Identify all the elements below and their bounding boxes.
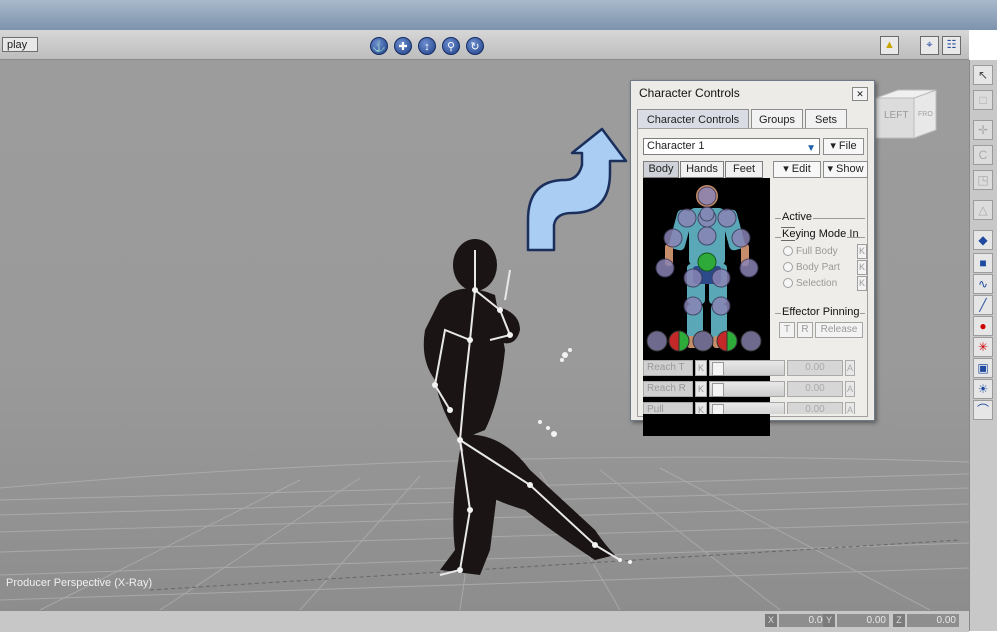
slider-track[interactable] (709, 402, 785, 414)
body-part-label: Body Part (796, 262, 840, 273)
slider-key-button[interactable]: K (695, 381, 707, 397)
slider-thumb[interactable] (712, 404, 724, 414)
slider-auto-button[interactable]: A (845, 360, 855, 376)
reach-r-slider[interactable]: Reach R K 0.00 A (643, 381, 855, 399)
radio-dot (783, 278, 793, 289)
close-icon[interactable]: ✕ (852, 87, 868, 101)
subtab-feet[interactable]: Feet (725, 161, 763, 178)
right-toolbar: ↖ □ ✛ C ◳ △ ◆ ■ ∿ ╱ ● ✳ ▣ ☀ ⌒ (969, 60, 997, 631)
curve-icon[interactable]: ∿ (973, 274, 993, 294)
file-menu-button[interactable]: ▾ File (823, 138, 864, 155)
active-group-label: Active (781, 211, 813, 223)
camera-object-icon[interactable]: ◆ (973, 230, 993, 250)
move-icon[interactable]: ✚ (394, 37, 412, 55)
status-bar: X 0.00 Y 0.00 Z 0.00 (0, 610, 969, 632)
tab-sets[interactable]: Sets (805, 109, 847, 129)
effector-pinning-label: Effector Pinning (781, 306, 861, 318)
x-label: X (765, 614, 777, 627)
key-body-part-button[interactable]: K (857, 260, 867, 275)
key-selection-button[interactable]: K (857, 276, 867, 291)
view-cube[interactable]: LEFT FRO (874, 88, 940, 144)
file-label: File (838, 140, 857, 152)
radio-body-part[interactable]: Body Part (783, 262, 840, 273)
reach-t-slider[interactable]: Reach T K 0.00 A (643, 360, 855, 378)
path-icon[interactable]: ╱ (973, 295, 993, 315)
constraint-icon[interactable]: ⌒ (973, 400, 993, 420)
select-arrow-icon[interactable]: ↖ (973, 65, 993, 85)
cube-icon[interactable]: ■ (973, 253, 993, 273)
slider-thumb[interactable] (712, 362, 724, 376)
light-icon[interactable]: ☀ (973, 379, 993, 399)
slider-auto-button[interactable]: A (845, 381, 855, 397)
viewport-camera-label: Producer Perspective (X-Ray) (6, 577, 153, 589)
release-button[interactable]: Release (815, 322, 863, 338)
schematic-icon[interactable]: ☷ (942, 36, 961, 55)
y-label: Y (823, 614, 835, 627)
pin-translation-button[interactable]: T (779, 322, 795, 338)
show-menu-button[interactable]: ▾ Show (823, 161, 868, 178)
character-name: Character 1 (647, 140, 705, 152)
selection-label: Selection (796, 278, 838, 289)
z-coordinate[interactable]: 0.00 (907, 614, 959, 627)
rotate-icon[interactable]: C (973, 145, 993, 165)
character-controls-panel[interactable]: Character Controls ✕ Character Controls … (630, 80, 875, 436)
slider-label: Reach T (643, 360, 693, 376)
radio-dot (783, 262, 793, 273)
z-label: Z (893, 614, 905, 627)
slider-value[interactable]: 0.00 (787, 381, 843, 397)
curved-arrow-annotation (526, 127, 628, 252)
show-label: Show (836, 163, 864, 175)
scale-icon[interactable]: ◳ (973, 170, 993, 190)
slider-label: Pull (643, 402, 693, 414)
slider-value[interactable]: 0.00 (787, 402, 843, 414)
snap-icon[interactable]: △ (973, 200, 993, 220)
transform-icon[interactable]: □ (973, 90, 993, 110)
slider-track[interactable] (709, 360, 785, 376)
key-full-body-button[interactable]: K (857, 244, 867, 259)
character-dropdown[interactable]: Character 1 ▼ (643, 138, 820, 155)
marker-icon[interactable]: ✳ (973, 337, 993, 357)
video-camera-icon[interactable]: ▣ (973, 358, 993, 378)
viewcube-front-label: FRO (918, 111, 933, 118)
slider-label: Reach R (643, 381, 693, 397)
radio-dot (783, 246, 793, 257)
subtab-hands[interactable]: Hands (680, 161, 724, 178)
y-coordinate[interactable]: 0.00 (837, 614, 889, 627)
slider-key-button[interactable]: K (695, 360, 707, 376)
radio-selection[interactable]: Selection (783, 278, 837, 289)
2d-view-icon[interactable]: ⌖ (920, 36, 939, 55)
translate-icon[interactable]: ✛ (973, 120, 993, 140)
zoom-icon[interactable]: ⚲ (442, 37, 460, 55)
slider-thumb[interactable] (712, 383, 724, 397)
subtab-body[interactable]: Body (643, 161, 679, 178)
slider-key-button[interactable]: K (695, 402, 707, 414)
chevron-down-icon: ▼ (806, 143, 816, 154)
full-body-label: Full Body (796, 246, 838, 257)
tab-groups[interactable]: Groups (751, 109, 803, 129)
character-pose-icon[interactable]: ▲ (880, 36, 899, 55)
title-banner (0, 0, 997, 30)
pull-slider[interactable]: Pull K 0.00 A (643, 402, 855, 414)
edit-menu-button[interactable]: ▾ Edit (773, 161, 821, 178)
slider-track[interactable] (709, 381, 785, 397)
panel-title: Character Controls (639, 86, 740, 100)
dolly-icon[interactable]: ↕ (418, 37, 436, 55)
edit-label: Edit (791, 163, 811, 175)
radio-full-body[interactable]: Full Body (783, 246, 838, 257)
slider-value[interactable]: 0.00 (787, 360, 843, 376)
viewport-toolbar: play ⚓ ✚ ↕ ⚲ ↻ ▲ ⌖ ☷ (0, 30, 969, 60)
tab-character-controls[interactable]: Character Controls (637, 109, 749, 129)
record-icon[interactable]: ● (973, 316, 993, 336)
viewcube-left-label: LEFT (884, 110, 908, 121)
keying-mode-label: Keying Mode (781, 228, 848, 240)
pan-icon[interactable]: ⚓ (370, 37, 388, 55)
orbit-icon[interactable]: ↻ (466, 37, 484, 55)
display-button[interactable]: play (2, 37, 38, 52)
slider-auto-button[interactable]: A (845, 402, 855, 414)
pin-rotation-button[interactable]: R (797, 322, 813, 338)
